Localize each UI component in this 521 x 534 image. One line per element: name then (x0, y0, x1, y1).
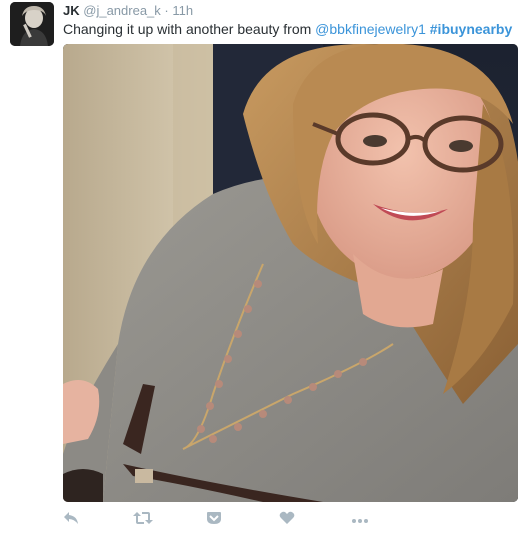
avatar[interactable] (10, 2, 54, 46)
timestamp[interactable]: 11h (172, 3, 193, 18)
tweet-header: JK @j_andrea_k · 11h (63, 2, 193, 20)
tweet-text-prefix: Changing it up with another beauty from (63, 21, 316, 37)
save-icon (206, 511, 222, 530)
tweet-text: Changing it up with another beauty from … (63, 20, 512, 38)
retweet-button[interactable] (133, 510, 153, 530)
save-button[interactable] (206, 510, 222, 530)
tweet-photo[interactable] (63, 44, 518, 502)
more-button[interactable] (351, 510, 369, 530)
separator-dot: · (164, 3, 169, 18)
like-icon (279, 511, 295, 530)
like-button[interactable] (279, 510, 295, 530)
author-handle[interactable]: @j_andrea_k (83, 3, 161, 18)
more-icon (351, 511, 369, 529)
reply-button[interactable] (63, 510, 79, 530)
retweet-icon (133, 511, 153, 530)
reply-icon (63, 511, 79, 530)
author-name[interactable]: JK (63, 3, 80, 18)
mention-link[interactable]: @bbkfinejewelry1 (315, 21, 426, 37)
hashtag-link[interactable]: #ibuynearby (430, 21, 512, 37)
tweet: JK @j_andrea_k · 11h Changing it up with… (0, 0, 521, 534)
tweet-actions (63, 510, 383, 530)
